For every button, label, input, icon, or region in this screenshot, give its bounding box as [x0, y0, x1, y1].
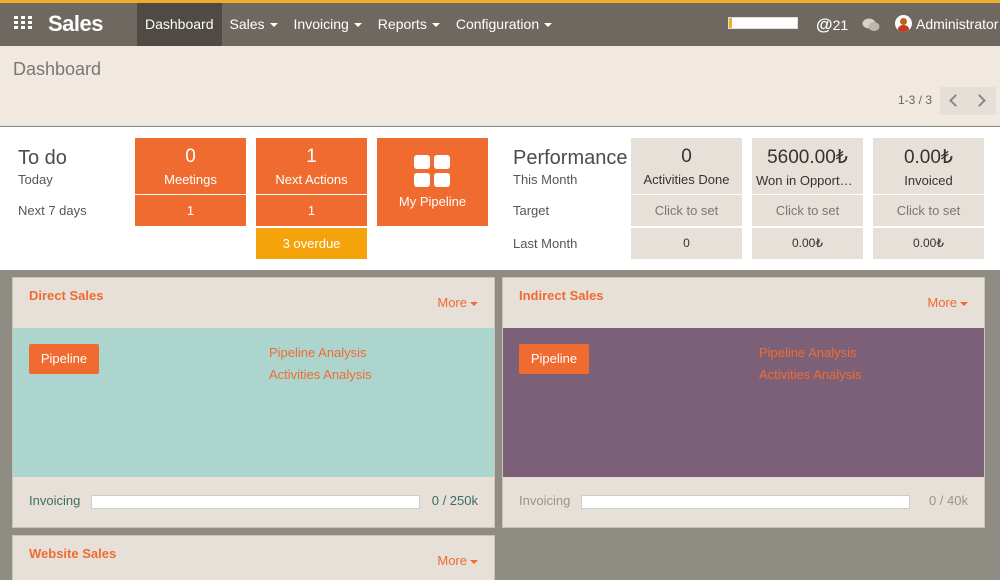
activities-done-value: 0: [681, 146, 692, 167]
menu-item-reports[interactable]: Reports: [370, 3, 448, 46]
meetings-next7-cell[interactable]: 1: [135, 195, 246, 226]
chevron-left-icon: [949, 94, 962, 107]
main-menu: Dashboard Sales Invoicing Reports Config…: [137, 3, 560, 46]
pipeline-button[interactable]: Pipeline: [519, 344, 589, 374]
menu-item-label: Reports: [377, 16, 427, 32]
caret-down-icon: [353, 23, 362, 28]
activities-last-month-value: 0: [631, 228, 742, 259]
control-panel: Dashboard 1-3 / 3: [0, 46, 1000, 126]
team-name: Indirect Sales: [519, 288, 604, 303]
pager-next-button[interactable]: [968, 87, 996, 115]
won-last-month-value: 0.00₺: [752, 228, 863, 259]
more-dropdown-button[interactable]: More: [437, 553, 478, 568]
onboarding-progress-fill: [729, 18, 733, 28]
invoiced-label: Invoiced: [904, 173, 953, 188]
more-dropdown-button[interactable]: More: [927, 295, 968, 310]
activities-target-cell[interactable]: Click to set: [631, 195, 742, 226]
activities-done-tile: 0 Activities Done: [631, 138, 742, 194]
overdue-badge[interactable]: 3 overdue: [256, 228, 367, 259]
won-opportunities-label: Won in Opportunities: [756, 173, 863, 188]
todo-row-next7-label: Next 7 days: [18, 203, 87, 218]
next-actions-next7-cell[interactable]: 1: [256, 195, 367, 226]
pipeline-button[interactable]: Pipeline: [29, 344, 99, 374]
performance-title: Performance: [513, 147, 628, 169]
invoicing-value: 0 / 40k: [928, 493, 968, 508]
chevron-right-icon: [973, 94, 986, 107]
team-name: Website Sales: [29, 546, 117, 561]
menu-item-invoicing[interactable]: Invoicing: [286, 3, 370, 46]
caret-down-icon: [269, 23, 278, 28]
menu-item-label: Invoicing: [293, 16, 349, 32]
won-target-cell[interactable]: Click to set: [752, 195, 863, 226]
won-opportunities-tile: 5600.00₺ Won in Opportunities: [752, 138, 863, 194]
caret-down-icon: [960, 301, 968, 306]
dashboard-summary: To do Today Next 7 days 0 Meetings 1 1 N…: [0, 127, 1000, 270]
chat-bubbles-icon[interactable]: [862, 18, 880, 32]
team-card-direct-sales: Direct Sales More Pipeline Pipeline Anal…: [12, 277, 495, 528]
team-name: Direct Sales: [29, 288, 104, 303]
meetings-today-tile[interactable]: 0 Meetings: [135, 138, 246, 194]
caret-down-icon: [431, 23, 440, 28]
more-label: More: [927, 295, 957, 310]
more-label: More: [437, 553, 467, 568]
breadcrumb: Dashboard: [13, 59, 102, 79]
pager-value[interactable]: 1-3 / 3: [898, 93, 932, 107]
app-switcher-grid-icon[interactable]: [14, 16, 32, 30]
team-card-website-sales: Website Sales More: [12, 535, 495, 580]
my-pipeline-tile[interactable]: My Pipeline: [377, 138, 488, 226]
menu-item-label: Dashboard: [145, 16, 214, 32]
invoicing-label: Invoicing: [29, 493, 81, 508]
pipeline-analysis-link[interactable]: Pipeline Analysis: [759, 345, 857, 360]
todo-row-today-label: Today: [18, 172, 53, 187]
user-menu[interactable]: Administrator: [895, 15, 998, 32]
team-card-body: Pipeline Pipeline Analysis Activities An…: [503, 328, 984, 477]
mentions-count: 21: [832, 17, 849, 33]
next-actions-count: 1: [306, 146, 317, 167]
team-card-indirect-sales: Indirect Sales More Pipeline Pipeline An…: [502, 277, 985, 528]
invoicing-progress-bar: [91, 495, 420, 509]
caret-down-icon: [544, 23, 553, 28]
onboarding-progress-bar[interactable]: [728, 17, 798, 29]
performance-row-target-label: Target: [513, 203, 550, 218]
pipeline-analysis-link[interactable]: Pipeline Analysis: [269, 345, 367, 360]
won-opportunities-value: 5600.00₺: [767, 147, 848, 168]
more-dropdown-button[interactable]: More: [437, 295, 478, 310]
performance-row-this-month-label: This Month: [513, 172, 578, 187]
activities-analysis-link[interactable]: Activities Analysis: [269, 367, 372, 382]
invoiced-value: 0.00₺: [903, 147, 954, 168]
menu-item-label: Configuration: [455, 16, 540, 32]
caret-down-icon: [470, 301, 478, 306]
more-label: More: [437, 295, 467, 310]
next-actions-label: Next Actions: [275, 172, 348, 187]
user-name: Administrator: [916, 15, 999, 32]
performance-row-last-month-label: Last Month: [513, 236, 578, 251]
top-navbar: Sales Dashboard Sales Invoicing Reports …: [0, 0, 1000, 46]
my-pipeline-label: My Pipeline: [398, 194, 467, 209]
menu-item-label: Sales: [229, 16, 265, 32]
caret-down-icon: [470, 559, 478, 564]
activities-done-label: Activities Done: [643, 172, 730, 187]
invoicing-progress-bar: [581, 495, 910, 509]
team-card-body: Pipeline Pipeline Analysis Activities An…: [13, 328, 494, 477]
invoiced-tile: 0.00₺ Invoiced: [873, 138, 984, 194]
next-actions-today-tile[interactable]: 1 Next Actions: [256, 138, 367, 194]
invoicing-value: 0 / 250k: [431, 493, 478, 508]
at-sign-icon: @: [816, 15, 833, 34]
invoiced-target-cell[interactable]: Click to set: [873, 195, 984, 226]
menu-item-sales[interactable]: Sales: [222, 3, 286, 46]
avatar: [895, 15, 912, 32]
invoicing-label: Invoicing: [519, 493, 571, 508]
pager-previous-button[interactable]: [940, 87, 968, 115]
pipeline-grid-icon: [414, 155, 450, 187]
mentions-button[interactable]: @21: [816, 15, 848, 35]
app-title: Sales: [48, 11, 104, 36]
meetings-count: 0: [185, 146, 196, 167]
menu-item-dashboard[interactable]: Dashboard: [137, 3, 222, 46]
activities-analysis-link[interactable]: Activities Analysis: [759, 367, 862, 382]
invoiced-last-month-value: 0.00₺: [873, 228, 984, 259]
menu-item-configuration[interactable]: Configuration: [448, 3, 560, 46]
meetings-label: Meetings: [164, 172, 217, 187]
todo-title: To do: [18, 147, 67, 169]
